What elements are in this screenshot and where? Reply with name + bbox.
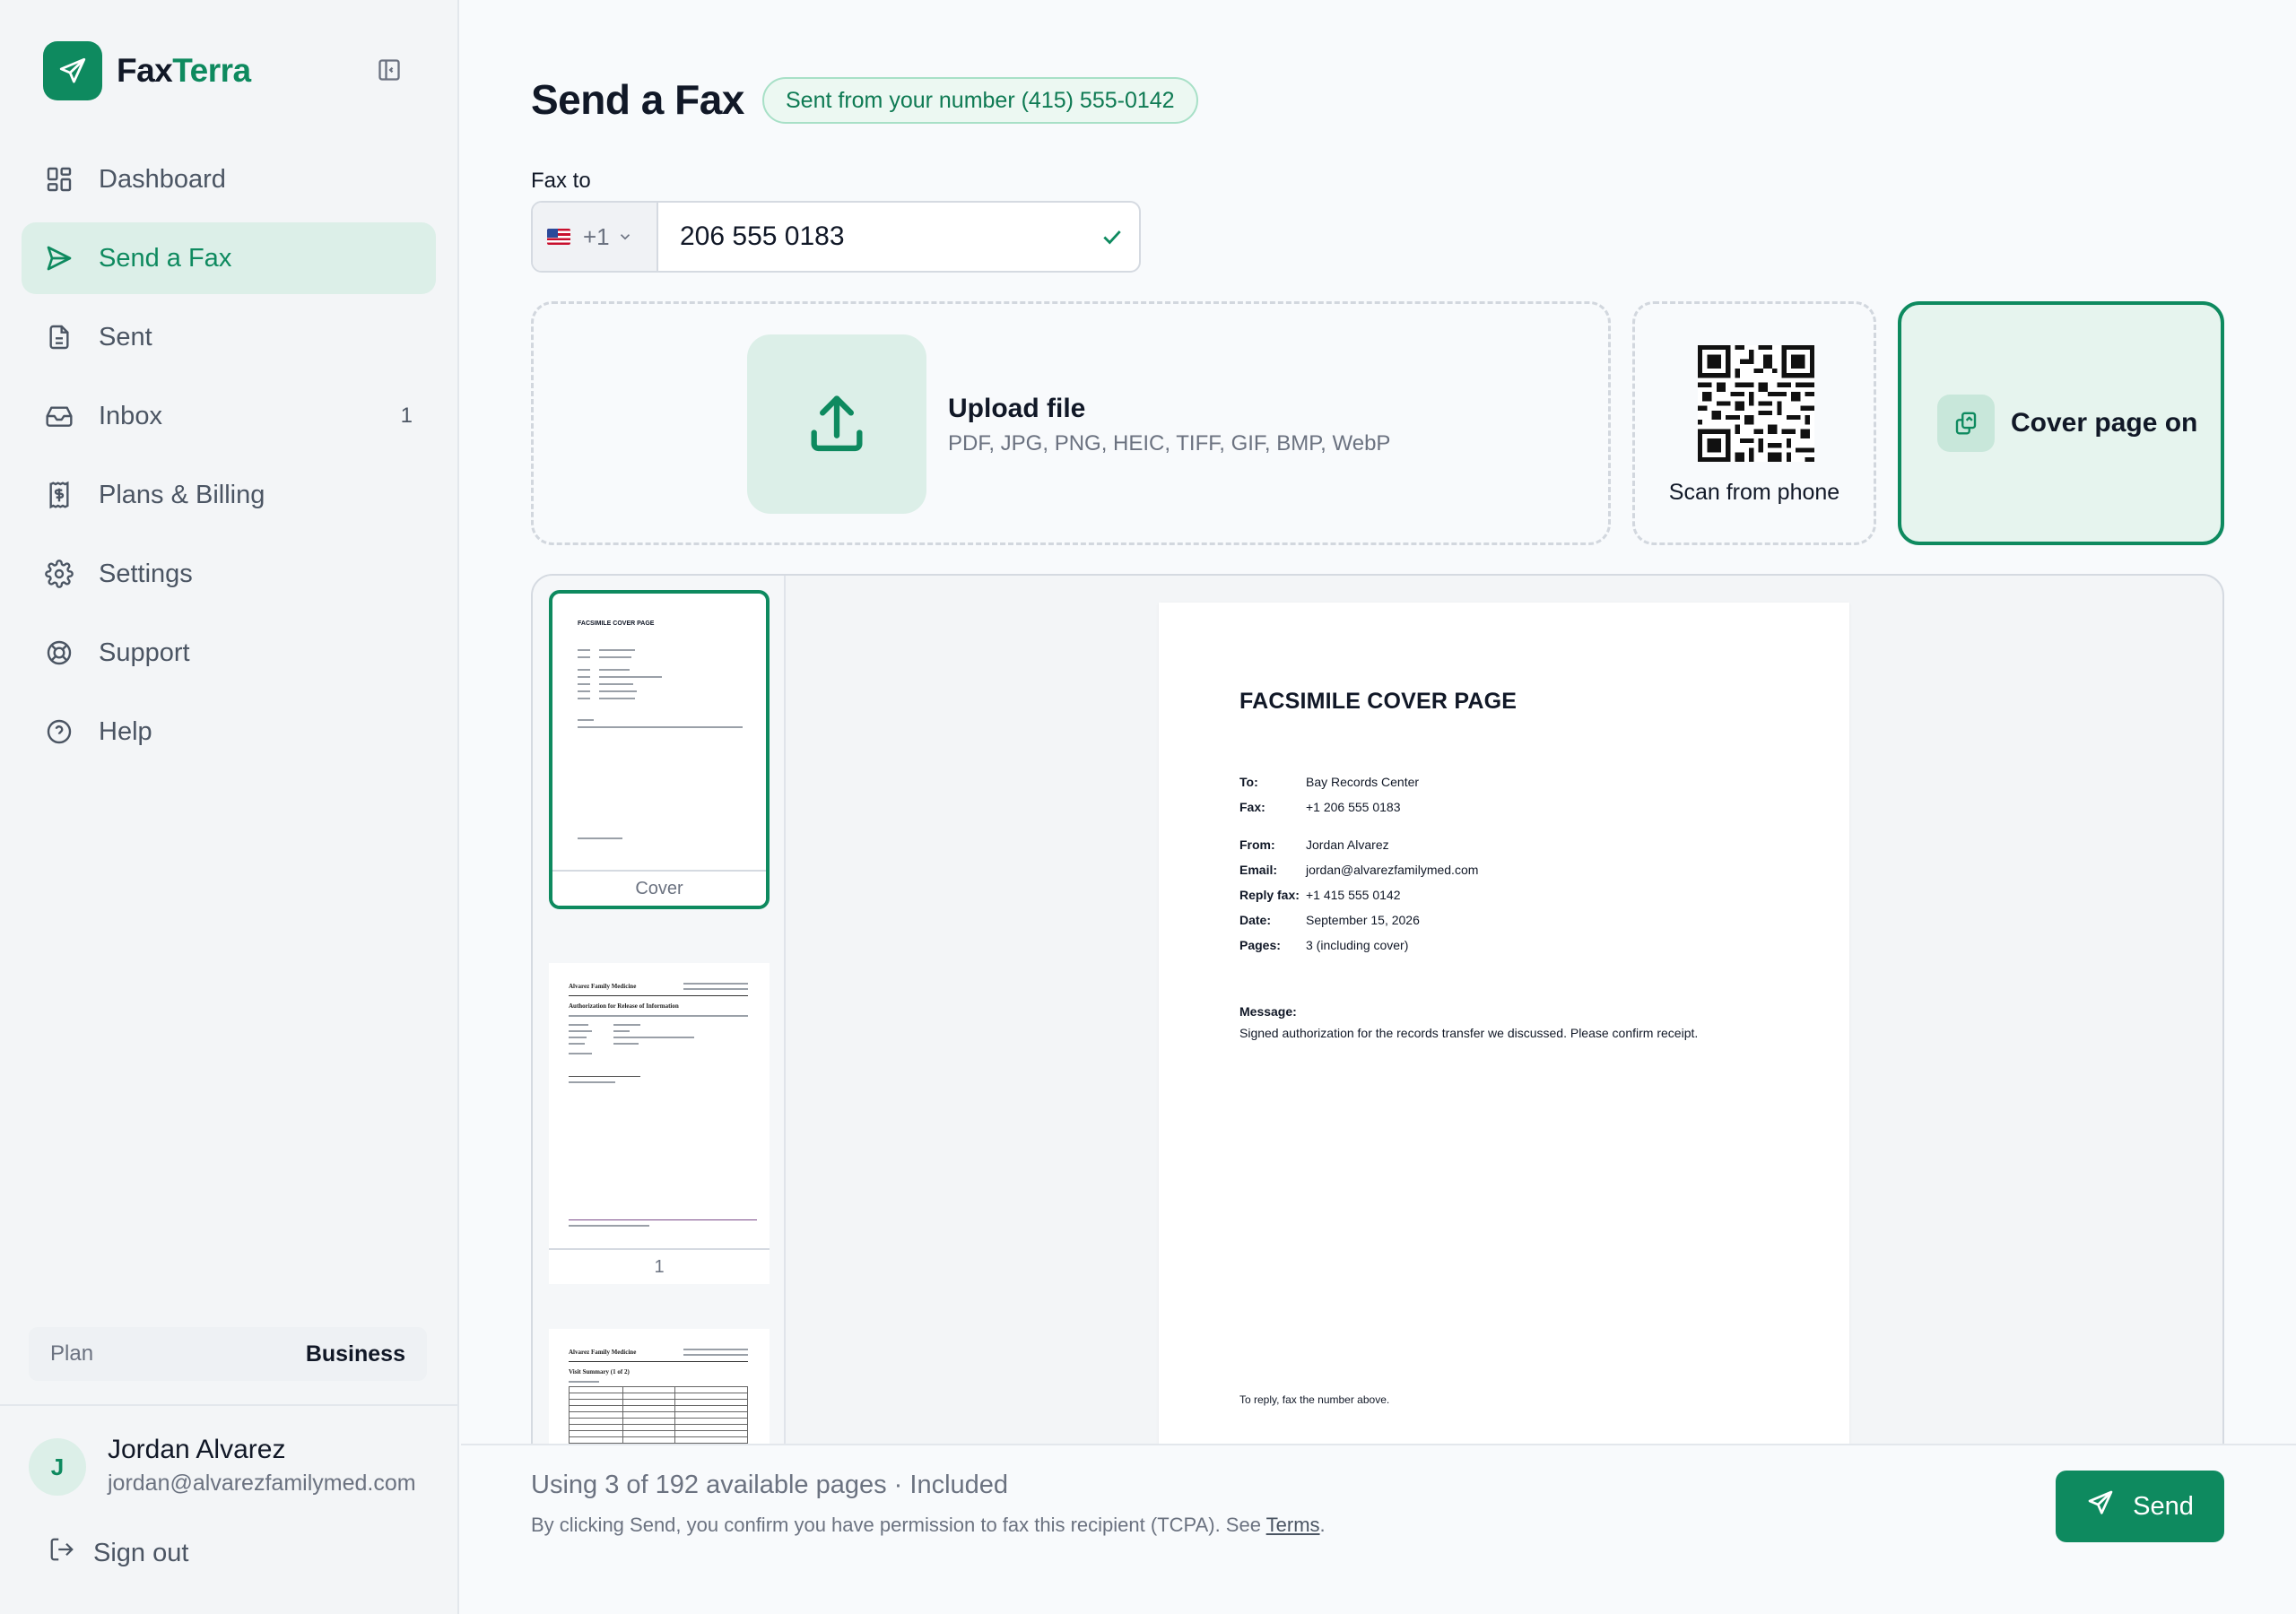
fax-to-field: +1 206 555 0183	[531, 201, 1141, 273]
fax-number-input[interactable]: 206 555 0183	[658, 203, 1085, 271]
cover-page-label: Cover page on	[2011, 408, 2198, 438]
sign-out-icon	[48, 1536, 75, 1570]
scan-label: Scan from phone	[1668, 480, 1840, 505]
sidebar-divider	[0, 1404, 459, 1406]
help-circle-icon	[43, 716, 75, 748]
page-usage-text: Using 3 of 192 available pages · Include…	[531, 1471, 1009, 1499]
sidebar-item-settings[interactable]: Settings	[22, 538, 436, 610]
cover-footer-note: To reply, fax the number above.	[1239, 1393, 1390, 1406]
thumbnail-page: FACSIMILE COVER PAGE	[552, 594, 766, 873]
sign-out-label: Sign out	[93, 1538, 189, 1567]
thumbnail-clinic-name: Alvarez Family Medicine	[569, 983, 637, 990]
cover-message-label: Message:	[1239, 1004, 1297, 1019]
avatar[interactable]: J	[29, 1438, 86, 1496]
cover-page-icon	[1937, 395, 1995, 452]
terms-link[interactable]: Terms	[1266, 1514, 1320, 1536]
sidebar-item-send-a-fax[interactable]: Send a Fax	[22, 222, 436, 294]
country-code-value: +1	[583, 222, 610, 250]
billing-icon	[43, 479, 75, 511]
brand[interactable]: FaxTerra	[43, 41, 251, 100]
send-button[interactable]: Send	[2056, 1471, 2224, 1542]
thumbnail-cover[interactable]: FACSIMILE COVER PAGE Cover	[549, 590, 770, 909]
thumbnail-auth-title: Authorization for Release of Information	[569, 1002, 679, 1010]
sidebar-item-sent[interactable]: Sent	[22, 301, 436, 373]
thumbnail-caption: 1	[549, 1248, 770, 1284]
scan-from-phone-button[interactable]: Scan from phone	[1632, 301, 1876, 545]
brand-name: FaxTerra	[117, 52, 251, 89]
cover-field-fax: Fax: +1 206 555 0183	[1239, 800, 1401, 814]
sidebar-item-label: Dashboard	[99, 164, 226, 194]
upload-formats: PDF, JPG, PNG, HEIC, TIFF, GIF, BMP, Web…	[948, 431, 1391, 456]
sidebar-item-label: Inbox	[99, 401, 162, 430]
sidebar-item-label: Help	[99, 716, 152, 746]
sender-number-badge: Sent from your number (415) 555-0142	[762, 77, 1198, 124]
chevron-down-icon	[617, 223, 633, 251]
plan-label: Plan	[50, 1341, 94, 1366]
check-icon	[1085, 203, 1139, 271]
user-email: jordan@alvarezfamilymed.com	[108, 1471, 416, 1496]
cover-field-email: Email: jordan@alvarezfamilymed.com	[1239, 863, 1479, 877]
sidebar-item-help[interactable]: Help	[22, 696, 436, 768]
cover-field-pages: Pages: 3 (including cover)	[1239, 938, 1409, 952]
brand-logo-icon	[43, 41, 102, 100]
send-footer: Using 3 of 192 available pages · Include…	[461, 1444, 2296, 1614]
collapse-sidebar-icon[interactable]	[375, 56, 404, 84]
thumbnail-visit-title: Visit Summary (1 of 2)	[569, 1368, 630, 1375]
upload-title: Upload file	[948, 394, 1086, 423]
plan-value: Business	[305, 1341, 405, 1367]
sidebar-item-label: Sent	[99, 322, 152, 351]
consent-text: By clicking Send, you confirm you have p…	[531, 1514, 1326, 1536]
qr-code-icon	[1698, 345, 1814, 462]
page-title: Send a Fax	[531, 76, 744, 123]
send-icon	[43, 242, 75, 274]
fax-to-label: Fax to	[531, 169, 591, 193]
sidebar-nav: Dashboard Send a Fax Sent Inbox 1 Plans …	[22, 143, 436, 775]
cover-page-toggle[interactable]: Cover page on	[1898, 301, 2224, 545]
thumbnail-page-1[interactable]: Alvarez Family Medicine Authorization fo…	[549, 963, 770, 1284]
cover-field-to: To: Bay Records Center	[1239, 775, 1420, 789]
sidebar-item-dashboard[interactable]: Dashboard	[22, 143, 436, 215]
sidebar-item-label: Support	[99, 638, 190, 667]
user-name: Jordan Alvarez	[108, 1435, 286, 1464]
thumbnail-caption: Cover	[552, 870, 766, 906]
cover-page-title: FACSIMILE COVER PAGE	[1239, 689, 1518, 714]
thumbnail-cover-title: FACSIMILE COVER PAGE	[578, 620, 655, 627]
gear-icon	[43, 558, 75, 590]
send-icon	[2086, 1488, 2115, 1524]
sidebar-item-plans-billing[interactable]: Plans & Billing	[22, 459, 436, 531]
cover-message: Signed authorization for the records tra…	[1239, 1026, 1699, 1040]
plan-summary[interactable]: Plan Business	[29, 1327, 427, 1381]
sidebar: FaxTerra Dashboard Send a Fax Sent Inbox…	[0, 0, 459, 1614]
sidebar-item-inbox[interactable]: Inbox 1	[22, 380, 436, 452]
dashboard-icon	[43, 163, 75, 195]
document-icon	[43, 321, 75, 353]
sidebar-item-label: Plans & Billing	[99, 480, 265, 509]
upload-dropzone[interactable]: Upload file PDF, JPG, PNG, HEIC, TIFF, G…	[531, 301, 1611, 545]
cover-field-from: From: Jordan Alvarez	[1239, 837, 1389, 852]
inbox-icon	[43, 400, 75, 432]
us-flag-icon	[547, 229, 570, 245]
inbox-count-badge: 1	[400, 404, 413, 428]
thumbnail-page: Alvarez Family Medicine Authorization fo…	[549, 963, 770, 1232]
cover-field-reply-fax: Reply fax: +1 415 555 0142	[1239, 888, 1401, 902]
sidebar-item-label: Settings	[99, 559, 193, 588]
lifebuoy-icon	[43, 637, 75, 669]
country-code-select[interactable]: +1	[533, 203, 658, 271]
send-label: Send	[2133, 1491, 2194, 1521]
thumbnail-clinic-name: Alvarez Family Medicine	[569, 1349, 637, 1356]
sign-out-button[interactable]: Sign out	[48, 1535, 188, 1571]
cover-field-date: Date: September 15, 2026	[1239, 913, 1420, 927]
upload-icon	[747, 334, 926, 514]
sidebar-item-label: Send a Fax	[99, 243, 232, 273]
sidebar-item-support[interactable]: Support	[22, 617, 436, 689]
